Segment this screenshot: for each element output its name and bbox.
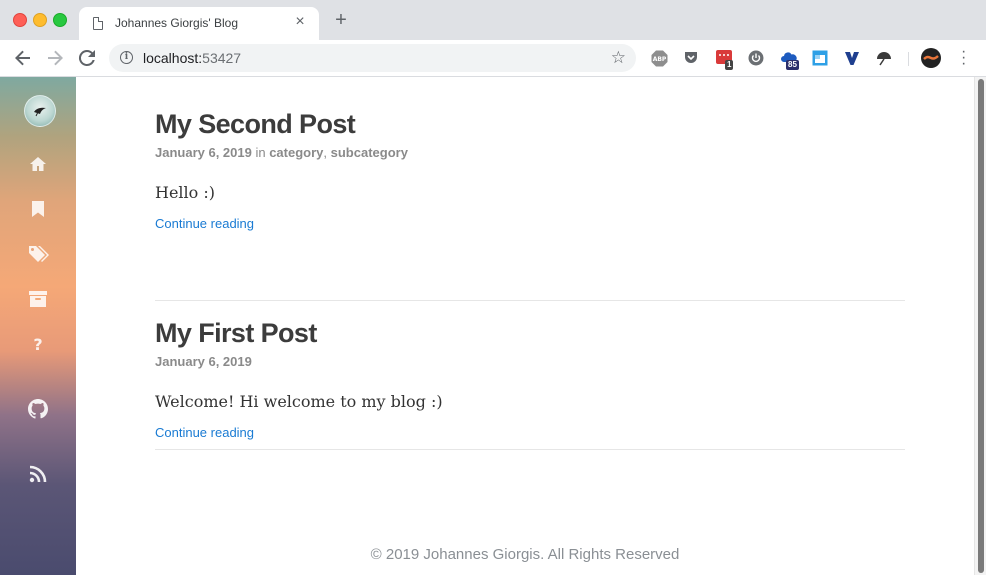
toolbar-separator [908,52,909,66]
post-meta: January 6, 2019 [155,354,905,369]
adblock-label: ABP [653,56,667,63]
maximize-window-button[interactable] [53,13,67,27]
power-icon[interactable] [748,50,764,66]
blog-sidebar: ? [0,77,76,575]
scrollbar-thumb[interactable] [978,79,984,573]
post-excerpt: Hello :) [155,183,216,202]
category-link[interactable]: category [269,145,323,160]
subcategory-link[interactable]: subcategory [331,145,408,160]
post-divider [155,449,905,450]
new-tab-button[interactable]: + [330,9,352,31]
home-icon[interactable] [28,154,48,174]
adblock-plus-icon[interactable]: ABP [651,50,668,67]
browser-menu-icon[interactable]: · · · [961,44,966,72]
post-title[interactable]: My First Post [155,318,905,349]
cloud-badge: 85 [786,60,799,70]
url-host: localhost: [143,50,203,66]
tags-icon[interactable] [28,244,49,264]
category-separator: , [323,145,331,160]
browser-tab[interactable]: Johannes Giorgis' Blog × [79,7,319,40]
rss-icon[interactable] [28,464,48,484]
post-title[interactable]: My Second Post [155,109,905,140]
archive-icon[interactable] [28,289,48,309]
post-first: My First Post January 6, 2019 Welcome! H… [155,318,905,440]
continue-reading-link[interactable]: Continue reading [155,216,254,231]
blog-content: My Second Post January 6, 2019 in catego… [76,77,974,575]
document-icon [93,16,104,30]
todoist-icon[interactable]: 1 [716,50,734,70]
info-icon[interactable]: i [120,51,133,64]
browser-titlebar: Johannes Giorgis' Blog × + [0,0,986,40]
vimium-icon[interactable] [844,50,860,66]
continue-reading-link[interactable]: Continue reading [155,425,254,440]
blog-avatar[interactable] [24,95,56,127]
page-scrollbar[interactable] [974,77,986,575]
forward-icon[interactable] [43,46,67,70]
todoist-badge: 1 [725,60,734,70]
address-bar[interactable]: i localhost:53427 ☆ [109,44,636,72]
post-meta: January 6, 2019 in category, subcategory [155,145,905,160]
github-icon[interactable] [28,399,48,419]
umbrella-icon[interactable] [876,50,892,66]
footer-copyright: © 2019 Johannes Giorgis. All Rights Rese… [370,546,680,563]
window-icon[interactable] [812,50,828,66]
tab-title: Johannes Giorgis' Blog [115,16,239,30]
post-meta-in: in [251,145,270,160]
post-date: January 6, 2019 [155,145,252,160]
bookmark-star-icon[interactable]: ☆ [611,48,626,68]
svg-text:?: ? [33,335,42,354]
pocket-icon[interactable] [683,50,699,66]
profile-avatar[interactable] [921,48,941,68]
post-date: January 6, 2019 [155,354,252,369]
url-text[interactable]: localhost:53427 [143,50,241,66]
post-second: My Second Post January 6, 2019 in catego… [155,109,905,231]
post-excerpt: Welcome! Hi welcome to my blog :) [155,392,443,411]
close-window-button[interactable] [13,13,27,27]
help-icon[interactable]: ? [28,334,48,354]
browser-toolbar: i localhost:53427 ☆ ABP 1 85 · · · [0,40,986,77]
url-port: 53427 [202,50,242,66]
close-tab-icon[interactable]: × [291,13,309,31]
minimize-window-button[interactable] [33,13,47,27]
cloud-icon[interactable]: 85 [781,50,799,70]
post-divider [155,300,905,301]
bookmark-icon[interactable] [28,199,48,219]
reload-icon[interactable] [75,46,99,70]
back-icon[interactable] [11,46,35,70]
